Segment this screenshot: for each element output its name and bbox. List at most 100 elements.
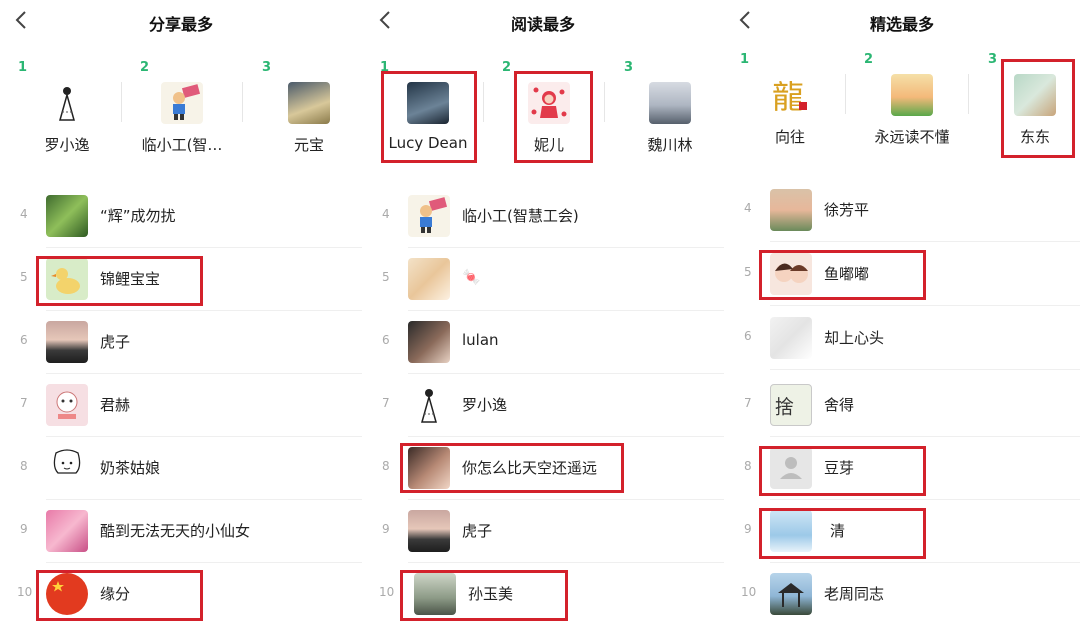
top-name: 临小工(智…	[141, 136, 223, 154]
highlight-box	[400, 570, 568, 621]
user-name: 老周同志	[824, 585, 885, 603]
rank-number: 8	[20, 459, 28, 473]
list-item[interactable]: 8 奶茶姑娘	[0, 437, 362, 500]
rank-number: 6	[744, 329, 752, 343]
rank-number: 9	[744, 522, 752, 536]
rank-number: 2	[140, 60, 150, 75]
page-title: 阅读最多	[510, 15, 575, 34]
rank-number: 2	[864, 52, 874, 67]
user-name: 君赫	[100, 396, 131, 414]
rank-number: 8	[382, 459, 390, 473]
list-item[interactable]: 10 老周同志	[724, 563, 1080, 626]
highlight-box	[759, 508, 926, 559]
rank-number: 3	[262, 60, 272, 75]
rank-number: 4	[382, 207, 390, 221]
page-title: 精选最多	[869, 15, 934, 34]
rank-number: 6	[20, 333, 28, 347]
rank-number: 7	[382, 396, 390, 410]
avatar	[46, 384, 88, 426]
avatar	[408, 510, 450, 552]
rank-number: 7	[20, 396, 28, 410]
list-item[interactable]: 5 🍬	[362, 248, 724, 311]
rank-number: 10	[741, 585, 757, 599]
user-name: 临小工(智慧工会)	[462, 207, 579, 225]
top-name: 向往	[774, 128, 805, 146]
avatar[interactable]	[288, 82, 330, 124]
ranking-panel-share: 分享最多 1 2 3 罗小逸 临小工(智… 元宝 4 “辉”成勿扰 5 锦鲤宝宝…	[0, 0, 362, 627]
svg-text:捨: 捨	[775, 397, 794, 419]
avatar	[770, 317, 812, 359]
highlight-box	[759, 446, 926, 496]
highlight-box	[514, 71, 593, 163]
avatar	[46, 321, 88, 363]
cartoon-boy-icon	[420, 197, 448, 233]
top-name: 元宝	[293, 136, 324, 154]
list-item[interactable]: 9 酷到无法无天的小仙女	[0, 500, 362, 563]
rank-number: 9	[382, 522, 390, 536]
cartoon-boy-icon	[173, 84, 201, 120]
list-item[interactable]: 7 罗小逸	[362, 374, 724, 437]
rank-number: 1	[18, 60, 28, 75]
ranking-panel-featured: 精选最多 1 2 3 龍 向往 永远读不懂 东东 4 徐芳平 5 鱼嘟嘟 6 却…	[724, 0, 1080, 627]
user-name: 🍬	[462, 268, 481, 286]
avatar	[408, 258, 450, 300]
rank-number: 8	[744, 459, 752, 473]
nav-bar: 分享最多	[0, 0, 362, 44]
dragon-character-icon: 龍	[772, 78, 807, 116]
ranking-panel-read: 阅读最多 1 2 3 Lucy Dean 妮儿 魏川林 4 临小工(智慧工会) …	[362, 0, 724, 627]
rank-number: 4	[20, 207, 28, 221]
avatar[interactable]	[649, 82, 691, 124]
rank-number: 3	[988, 52, 998, 67]
user-name: 虎子	[462, 522, 493, 540]
rank-number: 2	[502, 60, 512, 75]
user-name: 酷到无法无天的小仙女	[100, 522, 251, 540]
rank-number: 5	[744, 265, 752, 279]
rank-number: 5	[20, 270, 28, 284]
list-item[interactable]: 6 虎子	[0, 311, 362, 374]
list-item[interactable]: 6 却上心头	[724, 307, 1080, 370]
girl-sketch-icon	[59, 87, 75, 121]
page-title: 分享最多	[148, 15, 213, 34]
avatar[interactable]	[161, 82, 203, 124]
top-name: 罗小逸	[44, 136, 90, 154]
avatar	[46, 510, 88, 552]
rank-number: 7	[744, 396, 752, 410]
svg-text:龍: 龍	[772, 78, 804, 116]
rank-number: 10	[379, 585, 395, 599]
highlight-box	[36, 256, 203, 306]
cartoon-girl-icon	[56, 391, 78, 419]
list-item[interactable]: 6 lulan	[362, 311, 724, 374]
highlight-box	[36, 570, 203, 621]
list-item[interactable]: 4 徐芳平	[724, 179, 1080, 242]
user-name: lulan	[462, 331, 499, 349]
user-name: 徐芳平	[824, 201, 870, 219]
avatar	[46, 195, 88, 237]
sketch-girl-icon	[53, 449, 81, 474]
avatar	[408, 384, 450, 426]
user-name: 却上心头	[824, 329, 885, 347]
calligraphy-icon: 捨	[775, 397, 794, 419]
highlight-box	[759, 250, 926, 300]
avatar[interactable]: 龍	[769, 74, 811, 116]
user-name: 舍得	[824, 396, 855, 414]
user-name: “辉”成勿扰	[100, 207, 176, 225]
avatar	[770, 573, 812, 615]
highlight-box	[381, 71, 477, 163]
rank-number: 5	[382, 270, 390, 284]
rank-number: 1	[740, 52, 750, 67]
nav-bar: 精选最多	[724, 0, 1080, 44]
top-name: 魏川林	[647, 136, 693, 154]
avatar[interactable]	[46, 82, 88, 124]
list-item[interactable]: 7 君赫	[0, 374, 362, 437]
list-item[interactable]: 4 临小工(智慧工会)	[362, 185, 724, 248]
list-item[interactable]: 4 “辉”成勿扰	[0, 185, 362, 248]
list-item[interactable]: 9 虎子	[362, 500, 724, 563]
nav-bar: 阅读最多	[362, 0, 724, 44]
highlight-box	[400, 443, 624, 493]
pavilion-icon	[778, 583, 804, 607]
user-name: 奶茶姑娘	[100, 459, 161, 477]
user-name: 虎子	[100, 333, 131, 351]
top-three: 1 2 3 罗小逸 临小工(智… 元宝	[0, 52, 362, 172]
list-item[interactable]: 7 捨 舍得	[724, 374, 1080, 437]
avatar[interactable]	[891, 74, 933, 116]
